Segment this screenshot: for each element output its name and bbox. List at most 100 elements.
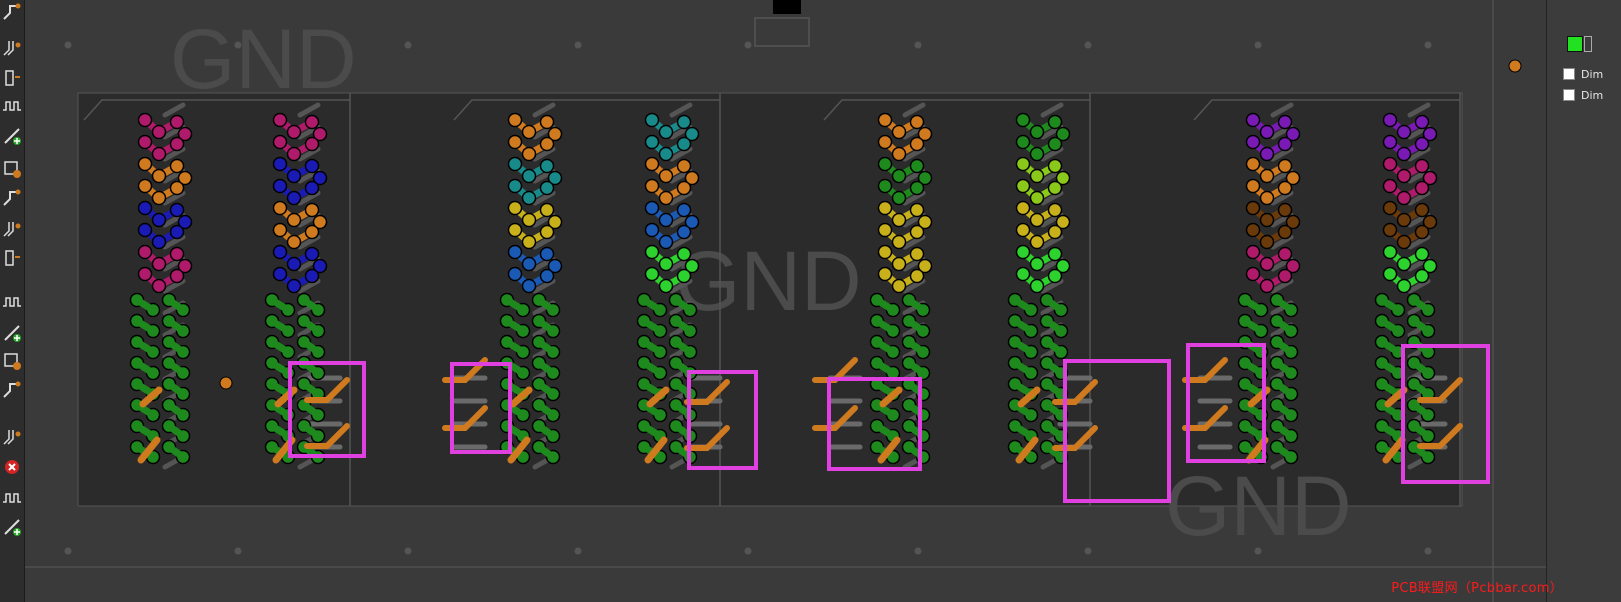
via[interactable] [1047, 158, 1063, 174]
via[interactable] [891, 168, 907, 184]
via[interactable] [891, 256, 907, 272]
via[interactable] [272, 112, 288, 128]
via[interactable] [644, 244, 660, 260]
via[interactable] [1259, 190, 1275, 206]
via[interactable] [151, 256, 167, 272]
via[interactable] [137, 178, 153, 194]
via[interactable] [877, 222, 893, 238]
via[interactable] [1047, 246, 1063, 262]
via[interactable] [1259, 146, 1275, 162]
dim-option-row[interactable]: Dim [1563, 87, 1603, 103]
via[interactable] [1245, 266, 1261, 282]
via[interactable] [1277, 114, 1293, 130]
interactive-drag-icon[interactable] [0, 66, 24, 90]
via[interactable] [891, 190, 907, 206]
tune-length-icon[interactable] [0, 94, 24, 118]
via[interactable] [891, 146, 907, 162]
via[interactable] [521, 256, 537, 272]
via[interactable] [1029, 278, 1045, 294]
via[interactable] [1015, 178, 1031, 194]
via[interactable] [151, 124, 167, 140]
via[interactable] [521, 168, 537, 184]
via[interactable] [676, 180, 692, 196]
via[interactable] [1414, 268, 1430, 284]
via[interactable] [1382, 156, 1398, 172]
via[interactable] [909, 268, 925, 284]
via[interactable] [1259, 234, 1275, 250]
via[interactable] [877, 134, 893, 150]
via[interactable] [521, 234, 537, 250]
add-footprint-icon[interactable] [0, 425, 24, 449]
via[interactable] [1259, 278, 1275, 294]
via[interactable] [1382, 112, 1398, 128]
via[interactable] [1396, 168, 1412, 184]
via[interactable] [1277, 158, 1293, 174]
via[interactable] [169, 180, 185, 196]
inspect-icon[interactable] [0, 515, 24, 539]
via[interactable] [1382, 222, 1398, 238]
via[interactable] [272, 178, 288, 194]
via[interactable] [1245, 112, 1261, 128]
via[interactable] [539, 136, 555, 152]
via[interactable] [304, 224, 320, 240]
via[interactable] [644, 222, 660, 238]
via[interactable] [676, 268, 692, 284]
via[interactable] [1015, 112, 1031, 128]
via[interactable] [1015, 134, 1031, 150]
via[interactable] [676, 202, 692, 218]
via[interactable] [539, 202, 555, 218]
via[interactable] [137, 112, 153, 128]
via[interactable] [1029, 168, 1045, 184]
via[interactable] [658, 124, 674, 140]
via[interactable] [891, 278, 907, 294]
via[interactable] [151, 234, 167, 250]
via[interactable] [1245, 222, 1261, 238]
via[interactable] [1382, 134, 1398, 150]
via[interactable] [1015, 200, 1031, 216]
via[interactable] [1029, 124, 1045, 140]
via[interactable] [644, 134, 660, 150]
via[interactable] [644, 266, 660, 282]
via[interactable] [1015, 244, 1031, 260]
via[interactable] [151, 168, 167, 184]
via[interactable] [507, 134, 523, 150]
via[interactable] [1396, 124, 1412, 140]
via[interactable] [1277, 180, 1293, 196]
via[interactable] [539, 158, 555, 174]
via[interactable] [1259, 168, 1275, 184]
stray-via[interactable] [219, 376, 233, 390]
via[interactable] [539, 114, 555, 130]
via[interactable] [507, 244, 523, 260]
via[interactable] [169, 158, 185, 174]
via[interactable] [521, 124, 537, 140]
via[interactable] [1414, 202, 1430, 218]
via[interactable] [1245, 244, 1261, 260]
layer-color-swatch[interactable] [1567, 36, 1583, 52]
via[interactable] [909, 114, 925, 130]
via[interactable] [1396, 146, 1412, 162]
route-single-track-icon[interactable] [0, 0, 24, 24]
via[interactable] [909, 180, 925, 196]
via[interactable] [877, 156, 893, 172]
via[interactable] [1047, 136, 1063, 152]
via[interactable] [169, 268, 185, 284]
via[interactable] [909, 158, 925, 174]
via[interactable] [521, 278, 537, 294]
via[interactable] [1382, 244, 1398, 260]
via[interactable] [169, 224, 185, 240]
via[interactable] [658, 256, 674, 272]
dim-checkbox[interactable] [1563, 89, 1575, 101]
via[interactable] [1277, 246, 1293, 262]
via[interactable] [1382, 266, 1398, 282]
measure-icon[interactable] [0, 486, 24, 510]
via[interactable] [1414, 158, 1430, 174]
via[interactable] [1047, 202, 1063, 218]
via[interactable] [658, 190, 674, 206]
via[interactable] [877, 200, 893, 216]
via[interactable] [1047, 180, 1063, 196]
via[interactable] [676, 136, 692, 152]
via[interactable] [676, 224, 692, 240]
via[interactable] [137, 244, 153, 260]
via[interactable] [676, 114, 692, 130]
via[interactable] [272, 222, 288, 238]
